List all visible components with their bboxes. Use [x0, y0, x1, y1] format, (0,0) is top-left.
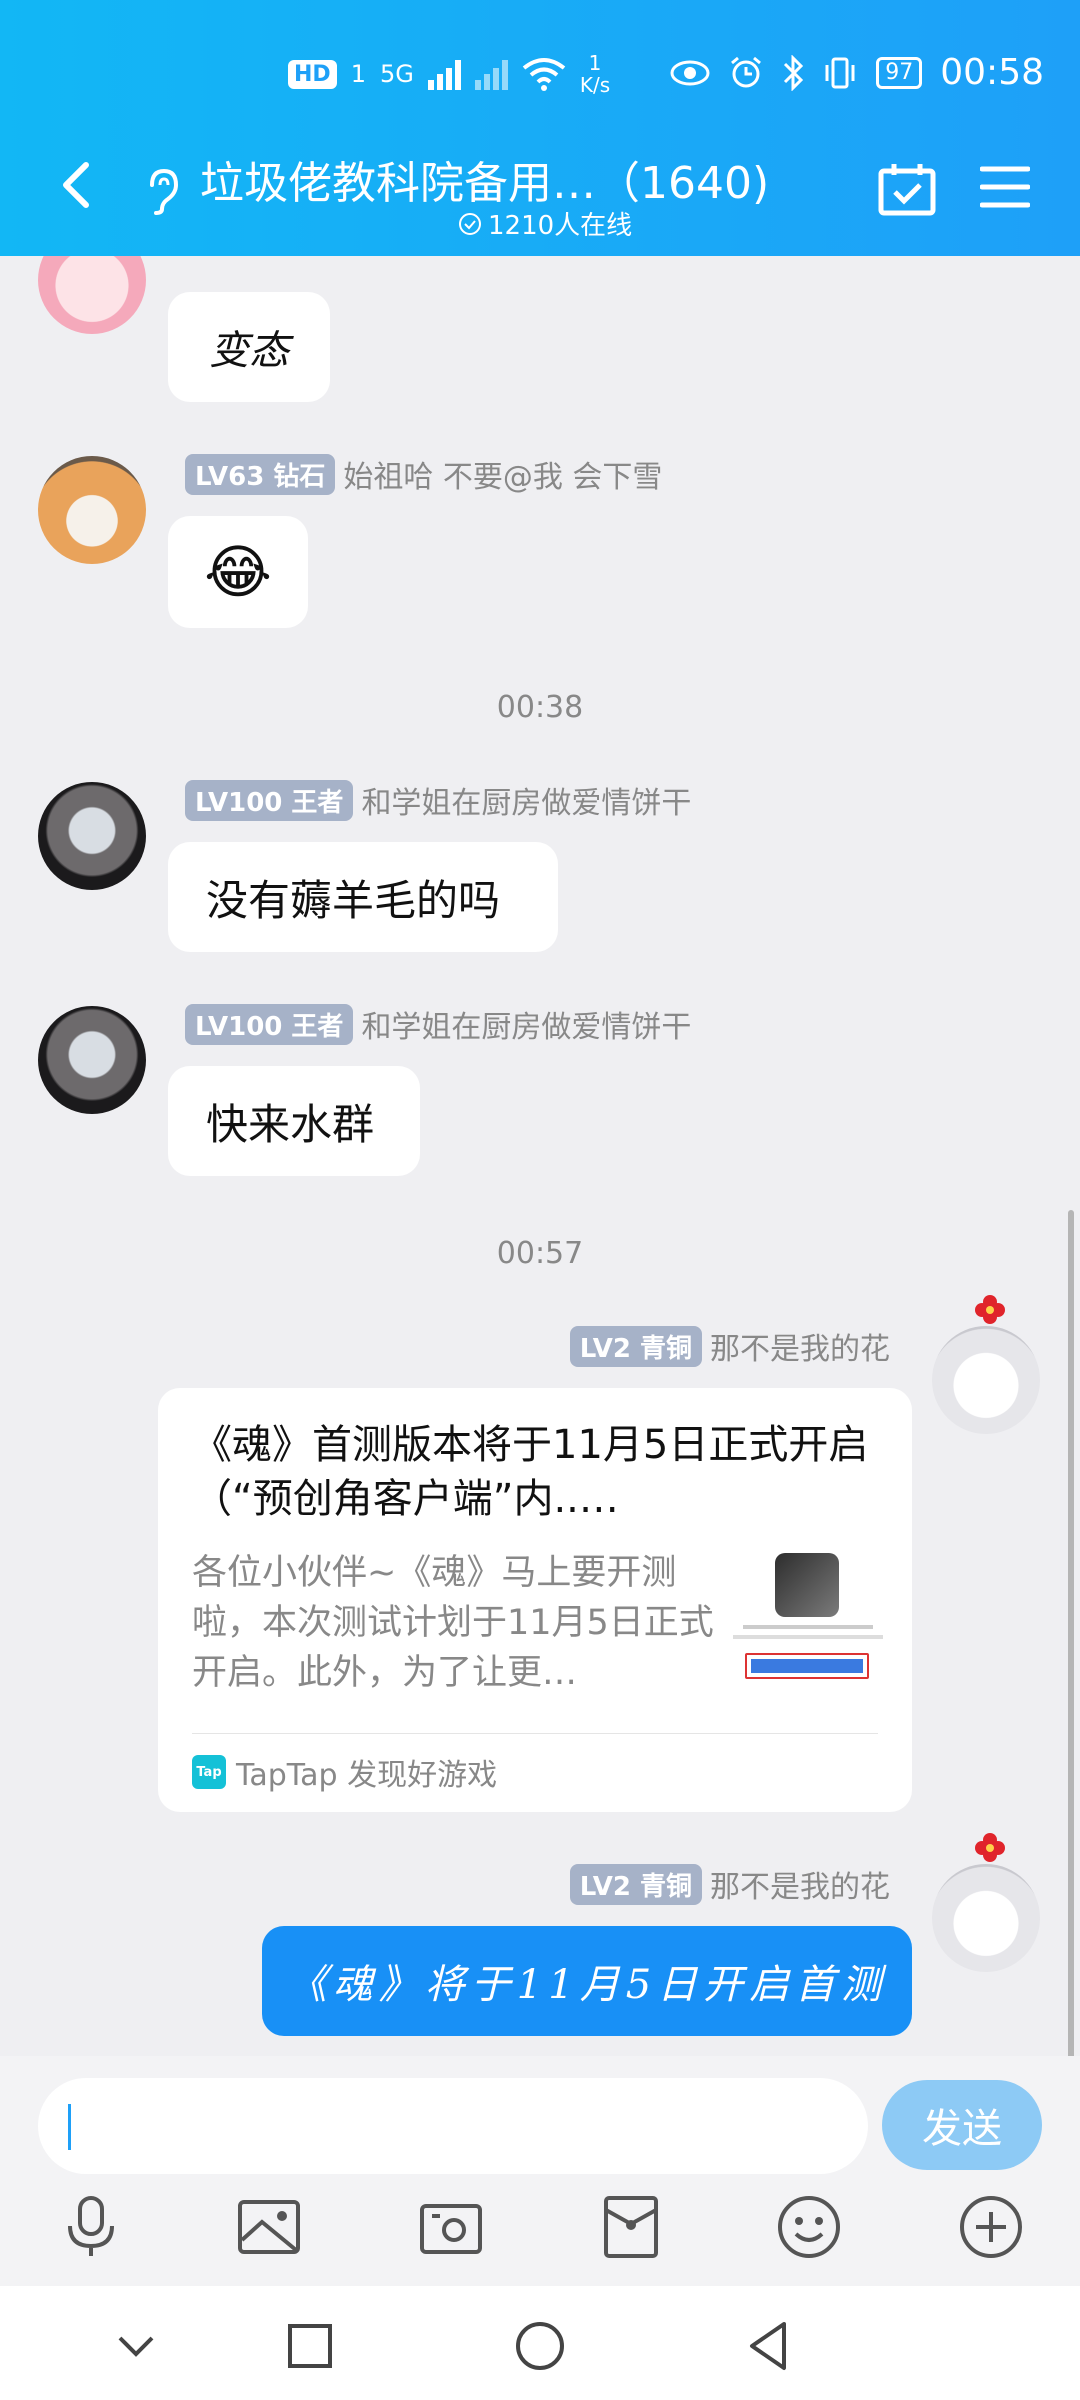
red-packet-icon[interactable]	[596, 2192, 666, 2262]
avatar-cat[interactable]	[38, 456, 146, 564]
card-divider	[192, 1733, 878, 1734]
square-icon[interactable]	[280, 2316, 340, 2376]
check-circle-icon	[459, 212, 481, 235]
hd-badge: HD	[288, 59, 337, 89]
camera-icon[interactable]	[416, 2192, 486, 2262]
input-bar: 发送	[0, 2056, 1080, 2286]
link-card[interactable]: 《魂》首测版本将于11月5日正式开启（“预创角客户端”内..… 各位小伙伴~《魂…	[158, 1388, 912, 1812]
ear-icon	[150, 168, 179, 215]
message-text-1: 变态	[209, 328, 289, 374]
card-source: Tap TapTap 发现好游戏	[192, 1750, 497, 1794]
system-nav-bar	[0, 2286, 1080, 2400]
message-bubble-2[interactable]: 😂	[168, 516, 308, 628]
image-icon[interactable]	[234, 2192, 304, 2262]
avatar-blurred[interactable]	[38, 1006, 146, 1114]
level-badge: LV100 王者	[185, 1003, 354, 1045]
sender-name[interactable]: 那不是我的花	[710, 1324, 890, 1368]
toolbar	[0, 2192, 1080, 2282]
message-input[interactable]	[38, 2078, 868, 2174]
battery-indicator: 97	[876, 56, 923, 89]
level-badge: LV100 王者	[185, 779, 354, 821]
clock: 00:58	[940, 52, 1044, 93]
back-triangle-icon[interactable]	[740, 2316, 800, 2376]
level-badge: LV2 青铜	[569, 1325, 702, 1367]
sender-meta-4: LV100 王者 和学姐在厨房做爱情饼干	[185, 1002, 691, 1046]
microphone-icon[interactable]	[56, 2192, 126, 2262]
avatar-blurred[interactable]	[38, 782, 146, 890]
status-right: 97 00:58	[670, 52, 1044, 93]
avatar-white-hair[interactable]	[932, 1864, 1040, 1972]
online-count-text: 1210人在线	[488, 211, 633, 241]
header: HD 1 5G 1 K/s 97 00:58 垃圾佬教科院备用…（1640) 1…	[0, 0, 1080, 256]
card-description: 各位小伙伴~《魂》马上要开测啦，本次测试计划于11月5日正式开启。此外，为了让更…	[192, 1553, 714, 1693]
circle-icon[interactable]	[510, 2316, 570, 2376]
vibrate-icon	[825, 57, 855, 88]
eye-icon	[670, 60, 710, 85]
red-flower-icon	[975, 1833, 1005, 1862]
laughing-emoji-icon: 😂	[204, 538, 272, 606]
sender-meta-3: LV100 王者 和学姐在厨房做爱情饼干	[185, 778, 691, 822]
alarm-icon	[731, 56, 762, 87]
message-bubble-1[interactable]: 变态	[168, 292, 330, 402]
sender-meta-5: LV2 青铜 那不是我的花	[569, 1324, 890, 1368]
card-thumbnail	[733, 1553, 883, 1703]
message-bubble-4[interactable]: 快来水群	[168, 1066, 420, 1176]
sender-name[interactable]: 始祖哈 不要@我 会下雪	[343, 452, 662, 496]
plus-icon[interactable]	[956, 2192, 1026, 2262]
message-bubble-3[interactable]: 没有薅羊毛的吗	[168, 842, 558, 952]
net-speed-value: 1	[588, 51, 602, 75]
signal-icon	[427, 58, 461, 90]
card-source-text: TapTap 发现好游戏	[236, 1758, 498, 1793]
message-text-3: 没有薅羊毛的吗	[206, 875, 501, 925]
sender-name[interactable]: 那不是我的花	[710, 1862, 890, 1906]
chat-area[interactable]: 变态 LV63 钻石 始祖哈 不要@我 会下雪 😂 00:38 LV100 王者…	[0, 226, 1080, 2060]
network-type: 5G	[379, 60, 414, 88]
chevron-down-icon[interactable]	[106, 2316, 166, 2376]
message-bubble-6[interactable]: 《魂》将于11月5日开启首测	[262, 1926, 912, 2036]
network-indicators: HD 1 5G 1 K/s	[288, 52, 610, 96]
taptap-logo-icon: Tap	[192, 1755, 226, 1789]
menu-icon[interactable]	[980, 165, 1030, 209]
avatar-white-hair[interactable]	[932, 1326, 1040, 1434]
net-speed: 1 K/s	[580, 52, 610, 96]
sender-name[interactable]: 和学姐在厨房做爱情饼干	[361, 778, 691, 822]
title-bar: 垃圾佬教科院备用…（1640) 1210人在线	[0, 135, 1080, 255]
back-arrow-icon[interactable]	[50, 157, 106, 213]
status-bar: HD 1 5G 1 K/s 97 00:58	[0, 52, 1080, 112]
wifi-icon	[522, 58, 566, 91]
sim-indicator: 1	[350, 60, 366, 88]
red-flower-icon	[975, 1295, 1005, 1324]
timestamp: 00:57	[496, 1236, 584, 1271]
message-text-4: 快来水群	[206, 1099, 375, 1149]
card-title: 《魂》首测版本将于11月5日正式开启（“预创角客户端”内..…	[192, 1422, 869, 1522]
signal-2-icon	[474, 58, 508, 90]
net-speed-unit: K/s	[579, 73, 611, 97]
calendar-check-icon[interactable]	[878, 161, 936, 217]
sender-name[interactable]: 和学姐在厨房做爱情饼干	[361, 1002, 691, 1046]
level-badge: LV2 青铜	[569, 1863, 702, 1905]
level-badge: LV63 钻石	[185, 453, 336, 495]
text-caret	[68, 2104, 71, 2150]
send-button[interactable]: 发送	[882, 2080, 1042, 2170]
scrollbar[interactable]	[1068, 1210, 1074, 2060]
online-count: 1210人在线	[458, 205, 632, 242]
sender-meta-6: LV2 青铜 那不是我的花	[569, 1862, 890, 1906]
bluetooth-icon	[784, 54, 804, 91]
group-title[interactable]: 垃圾佬教科院备用…（1640)	[200, 147, 769, 211]
timestamp: 00:38	[496, 690, 584, 725]
emoji-icon[interactable]	[774, 2192, 844, 2262]
sender-meta-2: LV63 钻石 始祖哈 不要@我 会下雪	[185, 452, 662, 496]
